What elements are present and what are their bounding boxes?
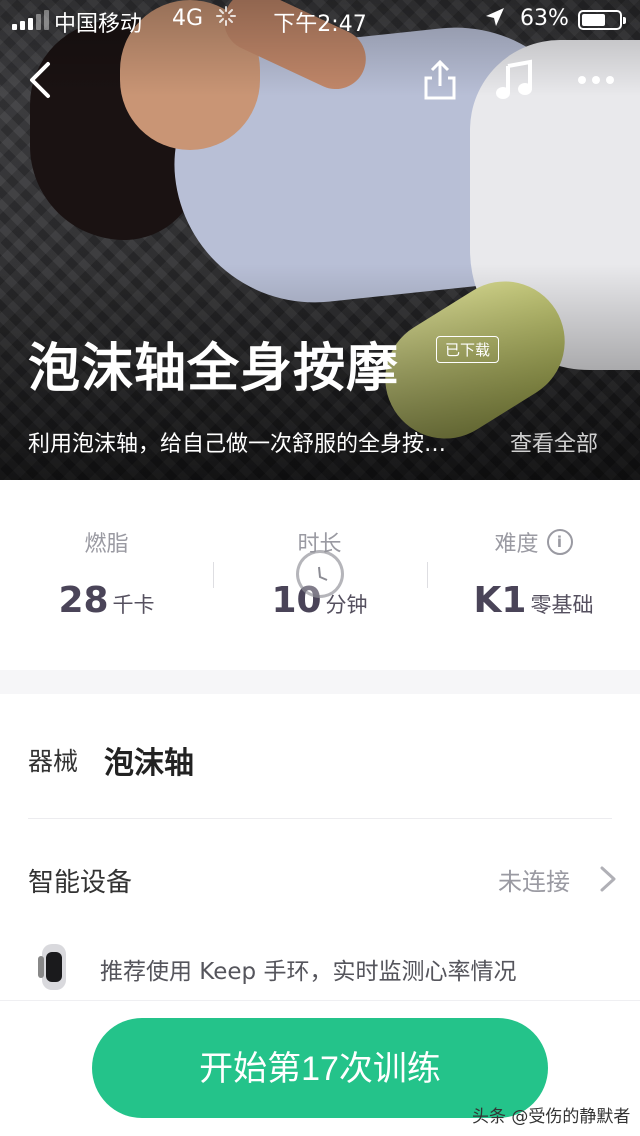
hero-image [0,0,640,480]
smart-device-label: 智能设备 [28,868,133,898]
equipment-label: 器械 [28,747,79,776]
more-button[interactable] [574,60,618,104]
stat-unit: 分钟 [325,593,368,617]
stat-difficulty: 难度 i K1 零基础 [427,526,640,621]
watermark: 头条 @受伤的静默者 [472,1107,631,1127]
chevron-left-icon [30,62,50,98]
more-icon [578,76,614,84]
location-icon [484,6,506,34]
loading-spinner-icon [296,550,344,598]
battery-percent: 63% [520,6,569,31]
chevron-right-icon[interactable] [596,862,620,896]
course-description: 利用泡沫轴，给自己做一次舒服的全身按… [28,432,447,457]
stat-unit: 零基础 [530,593,594,617]
share-button[interactable] [418,58,462,102]
course-title: 泡沫轴全身按摩 [28,339,400,399]
divider [28,818,612,819]
device-connection-status[interactable]: 未连接 [498,862,570,897]
section-gap [0,670,640,694]
status-bar: 中国移动 4G 下午2:47 63% [0,0,640,40]
share-icon [424,59,456,100]
equipment-value: 泡沫轴 [104,746,194,781]
stat-calories: 燃脂 28 千卡 [0,526,213,621]
stat-label: 难度 [494,532,539,557]
stat-value: 28 [58,580,109,621]
back-button[interactable] [22,58,62,102]
battery-icon [578,10,626,30]
stat-unit: 千卡 [112,593,155,617]
fitness-band-icon [38,944,66,990]
stat-value: K1 [473,580,527,621]
downloaded-badge: 已下载 [436,336,500,363]
see-all-link[interactable]: 查看全部 [510,426,598,458]
stat-label: 燃脂 [84,532,129,557]
music-button[interactable] [494,58,538,102]
info-icon[interactable]: i [546,529,573,555]
music-note-icon [496,59,532,99]
band-recommendation: 推荐使用 Keep 手环，实时监测心率情况 [100,959,517,985]
